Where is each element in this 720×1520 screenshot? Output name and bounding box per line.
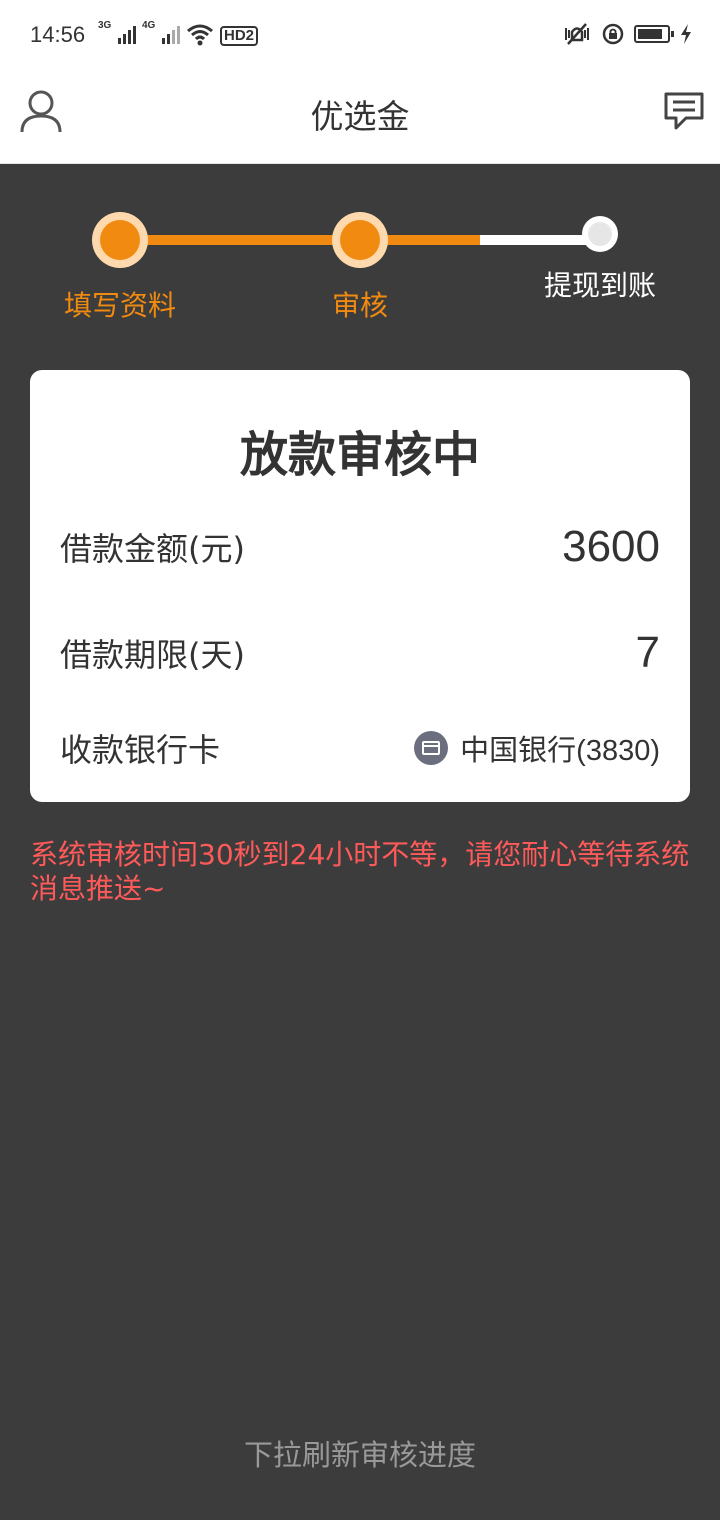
page-title: 优选金 — [310, 97, 410, 136]
loan-term-value: 7 — [635, 628, 660, 677]
step-node-fill-info — [92, 212, 148, 268]
bank-card-label: 收款银行卡 — [60, 731, 221, 769]
step-label-fill-info: 填写资料 — [63, 289, 176, 322]
vibrate-icon — [565, 23, 589, 45]
charging-icon — [681, 24, 691, 44]
lock-rotation-icon — [602, 23, 624, 45]
step-label-review: 审核 — [331, 289, 388, 322]
step-node-review — [332, 212, 388, 268]
loan-amount-row: 借款金额(元) 3600 — [60, 522, 660, 572]
bank-card-row: 收款银行卡 中国银行(3830) — [60, 725, 660, 771]
bank-card-icon — [414, 731, 449, 765]
progress-steps: 填写资料 审核 提现到账 — [0, 164, 720, 344]
loan-amount-label: 借款金额(元) — [60, 530, 245, 568]
progress-track-done — [120, 235, 480, 245]
app-header: 优选金 — [0, 72, 720, 164]
hd-voice-icon: HD2 — [220, 26, 259, 46]
message-icon — [664, 92, 704, 130]
loan-amount-value: 3600 — [562, 522, 660, 571]
signal-4g-icon: 4G — [142, 20, 180, 46]
status-time: 14:56 — [30, 22, 86, 47]
loan-review-card: 放款审核中 借款金额(元) 3600 借款期限(天) 7 收款银行卡 中国银行(… — [30, 370, 690, 802]
step-node-withdraw — [582, 216, 618, 252]
bank-card-value-wrap: 中国银行(3830) — [414, 727, 660, 769]
message-button[interactable] — [662, 88, 706, 132]
pull-refresh-hint: 下拉刷新审核进度 — [243, 1438, 476, 1472]
bank-card-value: 中国银行(3830) — [460, 735, 660, 767]
step-label-withdraw: 提现到账 — [543, 269, 656, 302]
status-bar: 14:56 3G 4G HD2 — [0, 0, 720, 72]
loan-term-label: 借款期限(天) — [60, 636, 245, 674]
signal-3g-icon: 3G — [98, 20, 136, 46]
review-notice: 系统审核时间30秒到24小时不等，请您耐心等待系统消息推送~ — [30, 838, 690, 905]
card-title: 放款审核中 — [239, 427, 480, 483]
wifi-icon — [187, 24, 213, 46]
battery-icon — [634, 25, 674, 43]
loan-term-row: 借款期限(天) 7 — [60, 628, 660, 678]
